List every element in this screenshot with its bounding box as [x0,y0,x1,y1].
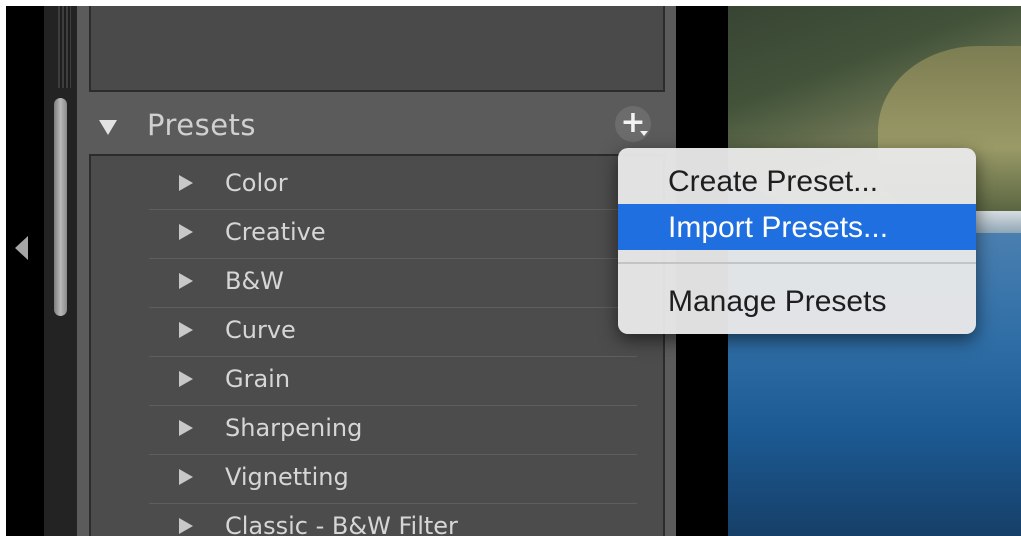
dropdown-caret-icon [640,131,648,136]
menu-separator [618,262,976,264]
disclosure-right-icon[interactable] [179,273,193,289]
disclosure-right-icon[interactable] [179,175,193,191]
preset-group-label: B&W [225,267,284,295]
preset-group-row[interactable]: Classic - B&W Filter [149,503,637,536]
preset-group-label: Sharpening [225,414,363,442]
panel-title: Presets [147,108,257,142]
collapse-left-panel-icon[interactable] [15,236,28,260]
preset-group-label: Grain [225,365,291,393]
disclosure-right-icon[interactable] [179,224,193,240]
presets-panel-header[interactable]: Presets + [77,100,676,152]
presets-panel: Presets + Color Creative B&W Curve Grain… [77,6,676,536]
left-panel-strip [6,6,44,536]
disclosure-right-icon[interactable] [179,518,193,534]
scrollbar-thumb[interactable] [54,98,67,316]
preset-group-list: Color Creative B&W Curve Grain Sharpenin… [89,154,665,536]
preset-group-row[interactable]: Color [149,160,637,210]
disclosure-right-icon[interactable] [179,420,193,436]
panel-scroll-track [44,6,77,536]
panel-grip[interactable] [58,6,71,88]
preset-group-row[interactable]: Curve [149,307,637,357]
preset-group-label: Creative [225,218,326,246]
disclosure-right-icon[interactable] [179,371,193,387]
preset-group-label: Vignetting [225,463,349,491]
preset-group-label: Curve [225,316,296,344]
preset-group-label: Color [225,169,288,197]
preset-group-label: Classic - B&W Filter [225,512,458,536]
preset-group-row[interactable]: B&W [149,258,637,308]
preset-group-row[interactable]: Vignetting [149,454,637,504]
disclosure-right-icon[interactable] [179,322,193,338]
lightroom-window: Presets + Color Creative B&W Curve Grain… [6,6,1021,536]
menu-item-import-presets[interactable]: Import Presets... [618,204,976,250]
preset-group-row[interactable]: Grain [149,356,637,406]
menu-item-create-preset[interactable]: Create Preset... [618,158,976,204]
preset-group-row[interactable]: Creative [149,209,637,259]
add-preset-button[interactable]: + [615,106,651,142]
disclosure-down-icon[interactable] [99,120,117,135]
menu-item-manage-presets[interactable]: Manage Presets [618,278,976,324]
add-preset-menu: Create Preset... Import Presets... Manag… [618,148,976,334]
disclosure-right-icon[interactable] [179,469,193,485]
preset-group-row[interactable]: Sharpening [149,405,637,455]
navigator-area [89,6,665,92]
